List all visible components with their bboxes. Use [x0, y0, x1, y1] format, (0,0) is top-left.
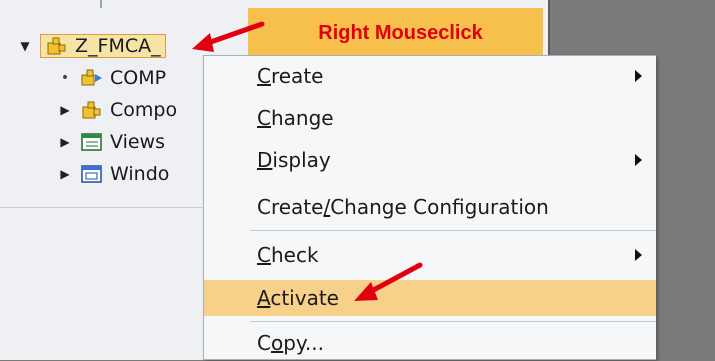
- expand-icon[interactable]: ▶: [58, 135, 72, 149]
- component-usage-icon: [81, 69, 102, 86]
- tree-node-label: COMP: [110, 67, 167, 89]
- leaf-bullet-icon: •: [60, 70, 70, 86]
- submenu-arrow-icon: [635, 154, 642, 166]
- context-menu: Create Change Display Create/Change Conf…: [203, 55, 656, 360]
- menu-item-display[interactable]: Display: [204, 142, 656, 178]
- menu-item-create-change-configuration[interactable]: Create/Change Configuration: [204, 189, 656, 225]
- submenu-arrow-icon: [635, 249, 642, 261]
- menu-item-activate[interactable]: Activate: [204, 280, 656, 316]
- menu-item-create[interactable]: Create: [204, 58, 656, 94]
- expand-icon[interactable]: ▶: [58, 167, 72, 181]
- tree-node-label: Compo: [110, 99, 178, 121]
- menu-item-label: Display: [257, 148, 331, 172]
- root-node-label: Z_FMCA_: [75, 35, 161, 57]
- menu-item-label: Copy...: [257, 331, 324, 355]
- tree-node-label: Windo: [110, 163, 170, 185]
- menu-item-label: Create/Change Configuration: [257, 195, 549, 219]
- menu-item-label: Change: [257, 106, 334, 130]
- windows-icon: [81, 165, 102, 183]
- right-mouseclick-callout: Right Mouseclick: [248, 8, 543, 58]
- expand-icon[interactable]: ▶: [58, 103, 72, 117]
- views-icon: [81, 133, 102, 151]
- tree-node-label: Views: [110, 131, 165, 153]
- menu-item-label: Check: [257, 243, 319, 267]
- component-icon: [82, 101, 101, 119]
- tree-node-windows[interactable]: ▶ Windo: [58, 159, 169, 189]
- tree-node-root[interactable]: ▼ Z_FMCA_: [18, 31, 166, 61]
- menu-item-label: Activate: [257, 286, 339, 310]
- menu-item-label: Create: [257, 64, 324, 88]
- menu-separator: [250, 321, 656, 322]
- component-icon: [47, 37, 66, 55]
- collapse-icon[interactable]: ▼: [18, 39, 32, 53]
- tree-divider: [0, 207, 205, 208]
- menu-item-copy[interactable]: Copy...: [204, 325, 656, 361]
- menu-item-change[interactable]: Change: [204, 100, 656, 136]
- tree-node-component-usage[interactable]: • COMP: [58, 63, 166, 93]
- menu-separator: [250, 230, 656, 231]
- tree-node-views[interactable]: ▶ Views: [58, 127, 165, 157]
- header-divider-mark: [100, 0, 102, 8]
- tree-node-components[interactable]: ▶ Compo: [58, 95, 177, 125]
- root-label-wrap[interactable]: Z_FMCA_: [40, 34, 166, 58]
- submenu-arrow-icon: [635, 70, 642, 82]
- menu-item-check[interactable]: Check: [204, 237, 656, 273]
